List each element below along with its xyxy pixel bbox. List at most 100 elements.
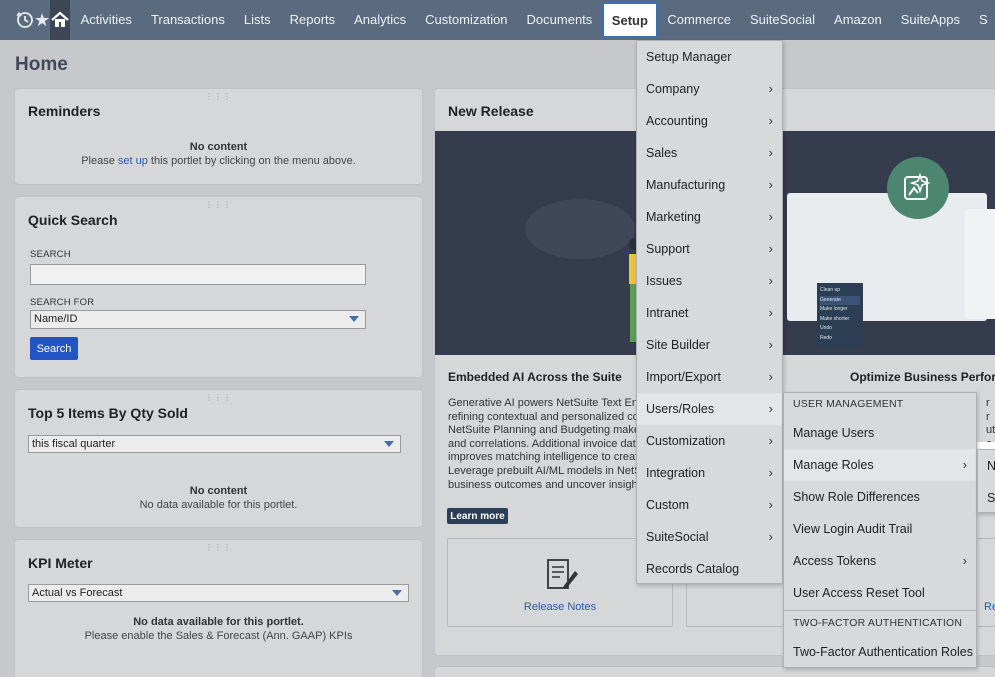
article-title: Embedded AI Across the Suite <box>448 370 622 384</box>
search-input[interactable] <box>30 264 366 285</box>
chevron-down-icon <box>349 316 359 322</box>
menu-item-manage-roles[interactable]: Manage Roles › <box>784 449 976 481</box>
menu-item-label: Manage Users <box>793 426 875 440</box>
ai-popup-menu: Clean up Generate Make longer Make shorter U… <box>817 283 863 347</box>
menu-item-label: Access Tokens <box>793 554 877 568</box>
nav-item-documents[interactable]: Documents <box>517 0 602 40</box>
menu-item-label: Custom <box>646 498 690 512</box>
menu-item-label: Site Builder <box>646 338 710 352</box>
menu-item-label: Support <box>646 242 690 256</box>
portlet-title: Reminders <box>28 103 101 119</box>
menu-item-label: Import/Export <box>646 370 722 384</box>
menu-item-label: Sales <box>646 146 678 160</box>
nav-item-s[interactable]: S <box>970 0 995 40</box>
drag-handle[interactable]: ⋮⋮⋮ <box>205 543 232 552</box>
menu-item-company[interactable]: Company › <box>637 73 782 105</box>
menu-item-records-catalog[interactable]: Records Catalog <box>637 553 782 585</box>
period-select[interactable]: this fiscal quarter <box>28 435 401 453</box>
menu-item-customization[interactable]: Customization › <box>637 425 782 457</box>
page-title: Home <box>15 54 68 75</box>
nav-item-suitesocial[interactable]: SuiteSocial <box>741 0 825 40</box>
menu-item-import-export[interactable]: Import/Export › <box>637 361 782 393</box>
hint-text: Please <box>81 155 118 167</box>
nav-item-customization[interactable]: Customization <box>416 0 517 40</box>
nav-item-analytics[interactable]: Analytics <box>345 0 416 40</box>
article-line: and correlations. Additional invoice dat <box>448 437 636 450</box>
nav-item-reports[interactable]: Reports <box>280 0 345 40</box>
menu-item-label: Customization <box>646 434 726 448</box>
menu-item-manufacturing[interactable]: Manufacturing › <box>637 169 782 201</box>
menu-item-label: Intranet <box>646 306 689 320</box>
search-button[interactable]: Search <box>30 337 78 360</box>
menu-item-manage-users[interactable]: Manage Users <box>784 417 976 449</box>
menu-item-marketing[interactable]: Marketing › <box>637 201 782 233</box>
setup-link[interactable]: set up <box>118 155 148 167</box>
chevron-right-icon: › <box>768 113 773 128</box>
menu-item-support[interactable]: Support › <box>637 233 782 265</box>
menu-item-two-factor-authentication-roles[interactable]: Two-Factor Authentication Roles <box>784 636 976 668</box>
no-content-text: No content <box>189 485 248 497</box>
menu-item-label: Manage Roles <box>793 458 874 472</box>
nav-item-lists[interactable]: Lists <box>234 0 280 40</box>
menu-item-setup-manager[interactable]: Setup Manager <box>637 41 782 73</box>
nav-item-activities[interactable]: Activities <box>71 0 141 40</box>
menu-item-role-option[interactable]: N <box>978 450 995 482</box>
drag-handle[interactable]: ⋮⋮⋮ <box>205 393 232 402</box>
search-for-select[interactable]: Name/ID <box>30 310 366 329</box>
menu-item-suitesocial[interactable]: SuiteSocial › <box>637 521 782 553</box>
menu-item-label: SuiteSocial <box>646 530 709 544</box>
menu-item-label: Company <box>646 82 700 96</box>
drag-handle[interactable]: ⋮⋮⋮ <box>205 200 232 209</box>
release-card-link[interactable]: Re <box>984 601 995 613</box>
nav-item-setup[interactable]: Setup <box>601 2 658 38</box>
menu-item-users-roles[interactable]: Users/Roles › <box>637 393 782 425</box>
popup-item: Undo <box>820 325 832 331</box>
menu-item-intranet[interactable]: Intranet › <box>637 297 782 329</box>
chevron-down-icon <box>384 441 394 447</box>
menu-item-label: Two-Factor Authentication Roles <box>793 645 973 659</box>
menu-item-integration[interactable]: Integration › <box>637 457 782 489</box>
nav-item-amazon[interactable]: Amazon <box>825 0 892 40</box>
menu-item-show-role-differences[interactable]: Show Role Differences <box>784 481 976 513</box>
nav-item-suiteapps[interactable]: SuiteApps <box>891 0 969 40</box>
drag-handle[interactable]: ⋮⋮⋮ <box>205 92 232 101</box>
top-navigation: ★ Activities Transactions Lists Reports Anal… <box>0 0 995 40</box>
chevron-right-icon: › <box>768 369 773 384</box>
menu-item-label: Records Catalog <box>646 562 740 576</box>
lower-portlet <box>435 667 995 677</box>
recent-records-icon[interactable] <box>16 0 34 40</box>
menu-item-accounting[interactable]: Accounting › <box>637 105 782 137</box>
menu-item-label: View Login Audit Trail <box>793 522 913 536</box>
kpi-select[interactable]: Actual vs Forecast <box>28 584 409 602</box>
menu-item-custom[interactable]: Custom › <box>637 489 782 521</box>
menu-item-label: Integration <box>646 466 706 480</box>
article-line: NetSuite Planning and Budgeting make <box>448 424 641 437</box>
chevron-right-icon: › <box>768 209 773 224</box>
menu-item-user-access-reset-tool[interactable]: User Access Reset Tool <box>784 577 976 609</box>
menu-item-sales[interactable]: Sales › <box>637 137 782 169</box>
menu-item-label: Setup Manager <box>646 50 732 64</box>
nav-item-commerce[interactable]: Commerce <box>658 0 741 40</box>
menu-item-access-tokens[interactable]: Access Tokens › <box>784 545 976 577</box>
home-icon[interactable] <box>50 0 71 40</box>
learn-more-button[interactable]: Learn more <box>447 508 508 524</box>
release-notes-link[interactable]: Release Notes <box>448 601 672 613</box>
portlet-title: Quick Search <box>28 212 118 228</box>
chevron-down-icon <box>392 590 402 596</box>
setup-dropdown-menu: Setup Manager Company › Accounting › Sales › Ma… <box>636 40 783 584</box>
menu-item-site-builder[interactable]: Site Builder › <box>637 329 782 361</box>
menu-section-header: USER MANAGEMENT <box>793 398 904 410</box>
menu-item-view-login-audit-trail[interactable]: View Login Audit Trail <box>784 513 976 545</box>
popup-item: Redo <box>820 334 832 341</box>
popup-item: Generate <box>820 295 860 305</box>
article-line: ution <box>986 424 995 437</box>
article-line: improves matching intelligence to creat <box>448 451 639 464</box>
chevron-right-icon: › <box>768 529 773 544</box>
portlet-title: Top 5 Items By Qty Sold <box>28 405 188 421</box>
menu-item-role-option[interactable]: Se <box>978 482 995 514</box>
menu-item-label: Manufacturing <box>646 178 726 192</box>
hint-text-suffix: this portlet by clicking on the menu abo… <box>147 155 356 167</box>
menu-item-issues[interactable]: Issues › <box>637 265 782 297</box>
nav-item-transactions[interactable]: Transactions <box>141 0 234 40</box>
star-icon[interactable]: ★ <box>34 0 50 40</box>
